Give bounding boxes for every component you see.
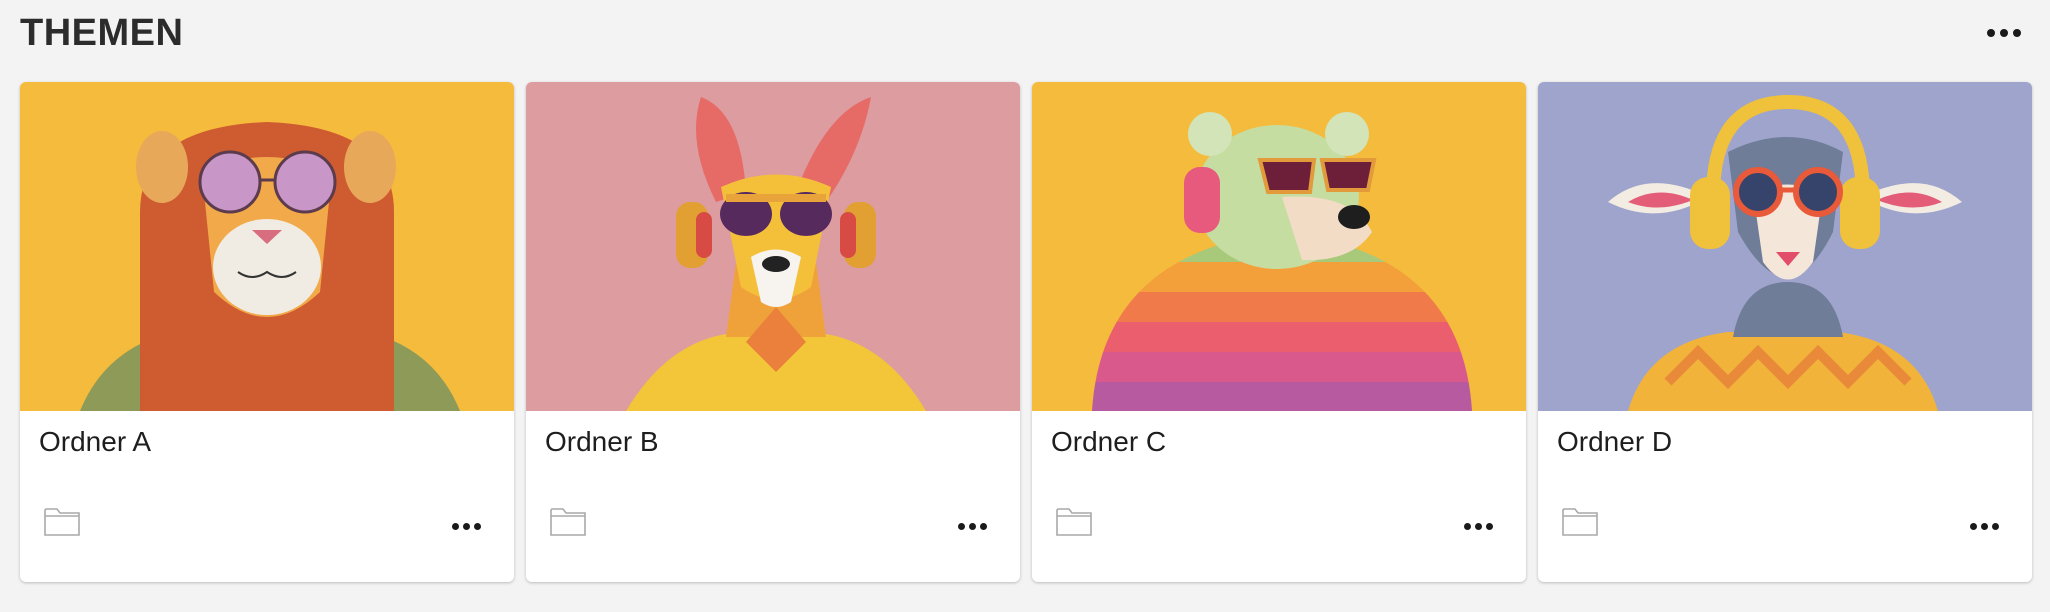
folder-card[interactable]: Ordner C bbox=[1032, 82, 1526, 582]
folder-icon bbox=[44, 508, 80, 536]
folder-thumbnail-bear bbox=[1032, 82, 1526, 411]
folder-icon bbox=[550, 508, 586, 536]
folder-more-button[interactable] bbox=[440, 506, 492, 546]
section-title: THEMEN bbox=[20, 11, 184, 54]
section-header: THEMEN bbox=[20, 6, 2030, 60]
more-options-icon bbox=[1463, 522, 1493, 530]
folder-more-button[interactable] bbox=[1452, 506, 1504, 546]
folder-card[interactable]: Ordner D bbox=[1538, 82, 2032, 582]
more-options-icon bbox=[451, 522, 481, 530]
more-options-icon bbox=[1987, 29, 2021, 37]
folder-thumbnail-kangaroo bbox=[526, 82, 1020, 411]
folder-title: Ordner A bbox=[39, 426, 152, 457]
folder-icon bbox=[1056, 508, 1092, 536]
more-options-icon bbox=[957, 522, 987, 530]
section-more-button[interactable] bbox=[1978, 11, 2030, 55]
folder-more-button[interactable] bbox=[946, 506, 998, 546]
folder-icon bbox=[1562, 508, 1598, 536]
folder-card[interactable]: Ordner B bbox=[526, 82, 1020, 582]
folder-more-button[interactable] bbox=[1958, 506, 2010, 546]
folder-thumbnail-sheep bbox=[1538, 82, 2032, 411]
more-options-icon bbox=[1969, 522, 1999, 530]
folder-title: Ordner C bbox=[1051, 426, 1167, 457]
folder-thumbnail-lion bbox=[20, 82, 514, 411]
folder-grid: Ordner A Ordner B Ordner C Ordner D bbox=[20, 82, 2032, 582]
folder-title: Ordner B bbox=[545, 426, 659, 457]
folder-title: Ordner D bbox=[1557, 426, 1673, 457]
folder-card[interactable]: Ordner A bbox=[20, 82, 514, 582]
